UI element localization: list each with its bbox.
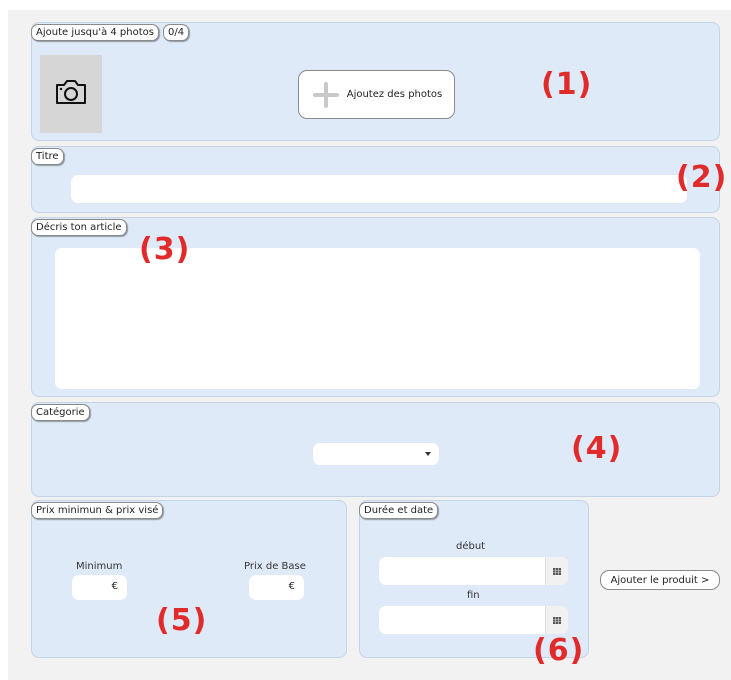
marker-5: (5) — [156, 603, 208, 638]
add-photos-label: Ajoutez des photos — [346, 89, 443, 100]
duration-label: Durée et date — [359, 502, 439, 519]
plus-icon — [311, 80, 341, 110]
calendar-icon[interactable] — [545, 606, 568, 634]
marker-3: (3) — [139, 232, 191, 267]
title-panel: Titre (2) — [31, 146, 726, 213]
marker-6: (6) — [533, 633, 585, 668]
category-label: Catégorie — [31, 404, 90, 421]
add-photos-button[interactable]: Ajoutez des photos — [298, 70, 455, 119]
photos-count-badge: 0/4 — [163, 24, 190, 41]
price-label: Prix minimun & prix visé — [31, 502, 164, 519]
duration-panel: Durée et date début fin (6) — [359, 500, 589, 668]
base-price-input[interactable]: € — [249, 575, 304, 600]
photos-panel: Ajoute jusqu'à 4 photos 0/4 Ajoutez des … — [31, 22, 720, 141]
base-currency: € — [288, 581, 295, 592]
photo-slot[interactable] — [40, 55, 102, 133]
price-panel: Prix minimun & prix visé Minimum € Prix … — [31, 500, 347, 658]
title-label: Titre — [31, 148, 64, 165]
chevron-down-icon — [425, 452, 431, 456]
add-product-button[interactable]: Ajouter le produit > — [600, 570, 720, 590]
minimum-currency: € — [111, 581, 118, 592]
minimum-label: Minimum — [76, 561, 123, 572]
description-textarea[interactable] — [55, 248, 700, 389]
marker-4: (4) — [571, 431, 623, 466]
photos-label: Ajoute jusqu'à 4 photos — [31, 24, 159, 41]
end-date-label: fin — [467, 590, 480, 601]
add-product-label: Ajouter le produit > — [610, 574, 710, 586]
description-label: Décris ton article — [31, 219, 127, 236]
start-date-input[interactable] — [379, 557, 568, 585]
marker-2: (2) — [676, 160, 728, 195]
start-date-label: début — [456, 541, 486, 552]
camera-icon — [54, 78, 88, 110]
end-date-input[interactable] — [379, 606, 568, 634]
base-price-label: Prix de Base — [244, 561, 306, 572]
category-select[interactable] — [313, 443, 439, 465]
minimum-price-input[interactable]: € — [72, 575, 127, 600]
form-page: Ajoute jusqu'à 4 photos 0/4 Ajoutez des … — [8, 10, 731, 680]
marker-1: (1) — [541, 67, 593, 102]
title-input[interactable] — [71, 175, 687, 203]
calendar-icon[interactable] — [545, 557, 568, 585]
category-panel: Catégorie (4) — [31, 402, 720, 497]
description-panel: Décris ton article (3) — [31, 217, 720, 397]
